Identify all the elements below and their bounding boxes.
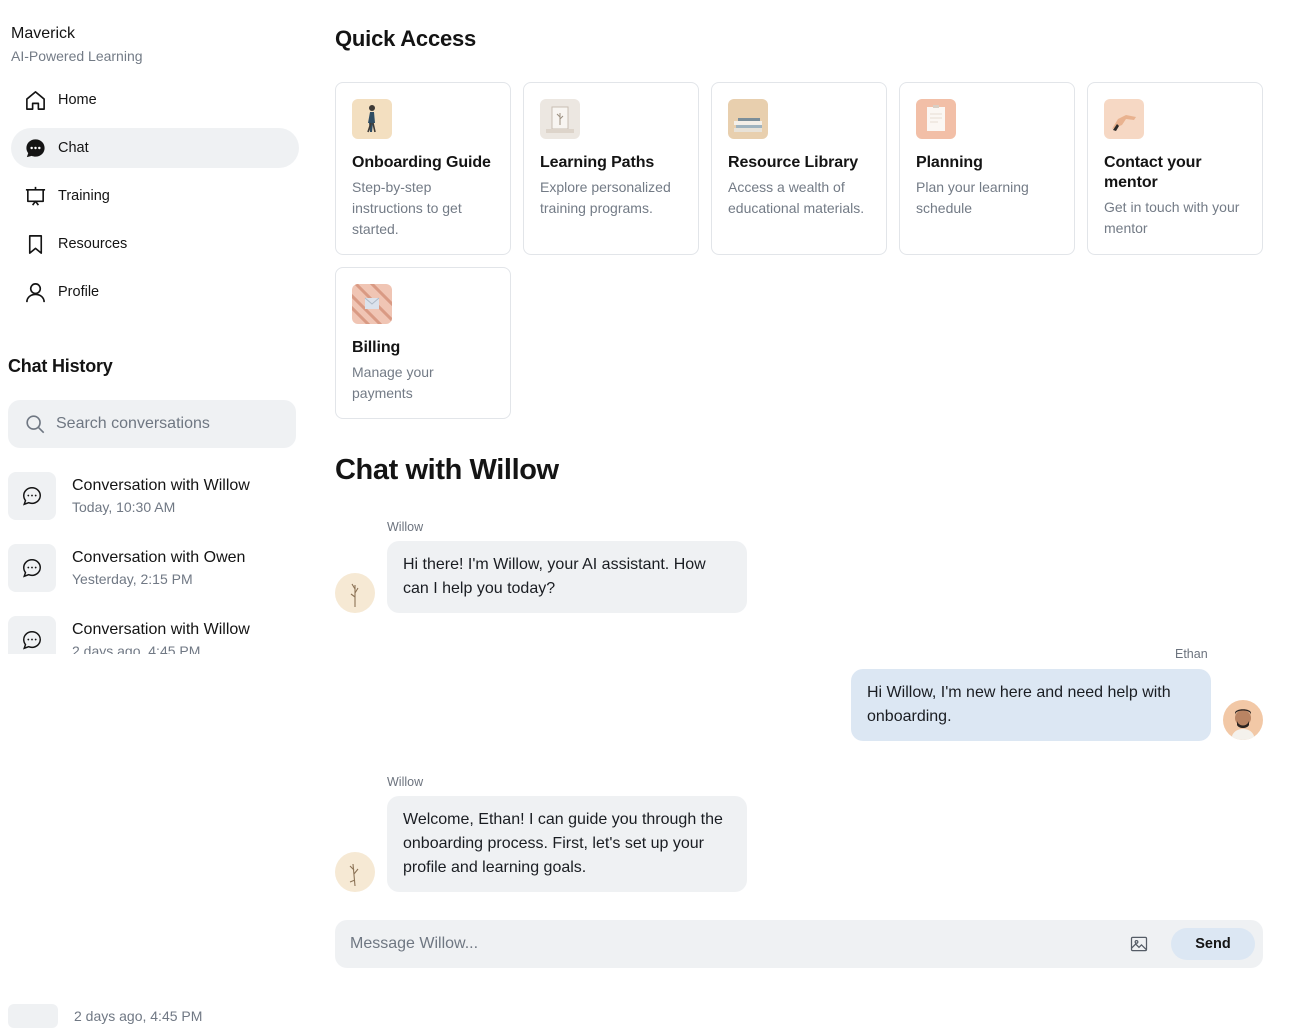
ethan-avatar: [1223, 700, 1263, 740]
card-planning[interactable]: Planning Plan your learning schedule: [899, 82, 1075, 255]
search-input[interactable]: Search conversations: [56, 415, 210, 433]
history-item-time: Today, 10:30 AM: [72, 499, 176, 515]
speech-bubble-icon: [23, 559, 41, 578]
history-item-name: Conversation with Willow: [72, 621, 250, 638]
brand-name: Maverick: [11, 25, 76, 42]
card-contact-mentor[interactable]: Contact your mentor Get in touch with yo…: [1087, 82, 1263, 255]
chat-history-list: Conversation with Willow Today, 10:30 AM…: [8, 472, 303, 654]
card-description: Get in touch with your mentor: [1104, 199, 1240, 236]
walking-person-thumbnail: [352, 99, 392, 139]
history-item-overflow: 2 days ago, 4:45 PM: [8, 1004, 308, 1028]
nav-label: Profile: [58, 284, 100, 300]
chat-history-title: Chat History: [8, 356, 113, 376]
history-item-time: Yesterday, 2:15 PM: [72, 571, 193, 587]
card-description: Manage your payments: [352, 364, 434, 401]
main-content: Quick Access Onboarding Guide Step-by-st…: [335, 0, 1265, 1028]
history-item[interactable]: Conversation with Willow 2 days ago, 4:4…: [8, 616, 303, 654]
dried-flower-icon: [349, 863, 359, 887]
card-billing[interactable]: Billing Manage your payments: [335, 267, 511, 419]
card-description: Explore personalized training programs.: [540, 179, 671, 216]
striped-envelope-thumbnail: [352, 284, 392, 324]
conversation-icon-box: [8, 472, 56, 520]
presentation-board-icon: [25, 186, 46, 206]
card-title: Onboarding Guide: [352, 154, 491, 171]
message-composer: Send: [335, 920, 1263, 968]
quick-access-title: Quick Access: [335, 26, 477, 51]
chat-title: Chat with Willow: [335, 454, 559, 486]
history-item-name: Conversation with Owen: [72, 549, 246, 566]
card-onboarding-guide[interactable]: Onboarding Guide Step-by-step instructio…: [335, 82, 511, 255]
history-item-time: 2 days ago, 4:45 PM: [74, 1008, 203, 1024]
man-portrait-icon: [1231, 709, 1255, 740]
speech-bubble-icon: [23, 487, 41, 506]
send-button[interactable]: Send: [1171, 928, 1255, 960]
speech-bubble-icon: [23, 631, 41, 650]
message-sender: Willow: [387, 775, 424, 789]
search-conversations[interactable]: Search conversations: [8, 400, 296, 448]
notepad-thumbnail: [916, 99, 956, 139]
history-item[interactable]: Conversation with Willow Today, 10:30 AM: [8, 472, 303, 544]
nav-item-chat[interactable]: Chat: [11, 128, 299, 168]
message-bubble: Welcome, Ethan! I can guide you through …: [387, 796, 747, 892]
card-description: Access a wealth of educational materials…: [728, 179, 865, 216]
sidebar: Maverick AI-Powered Learning Home Chat T…: [0, 0, 310, 1028]
nav-label: Resources: [58, 236, 128, 252]
history-item-time: 2 days ago, 4:45 PM: [72, 643, 201, 654]
card-description: Step-by-step instructions to get started…: [352, 179, 462, 237]
history-item-name: Conversation with Willow: [72, 477, 250, 494]
image-icon[interactable]: [1129, 934, 1149, 954]
nav-item-home[interactable]: Home: [11, 80, 299, 120]
nav-label: Chat: [58, 140, 89, 156]
willow-avatar: [335, 852, 375, 892]
message-bubble: Hi Willow, I'm new here and need help wi…: [851, 669, 1211, 741]
card-title: Planning: [916, 154, 983, 171]
message-sender: Ethan: [1175, 647, 1208, 661]
conversation-icon-box: [8, 544, 56, 592]
brand: Maverick AI-Powered Learning: [11, 24, 143, 65]
nav-item-training[interactable]: Training: [11, 176, 299, 216]
message-sender: Willow: [387, 520, 424, 534]
card-learning-paths[interactable]: Learning Paths Explore personalized trai…: [523, 82, 699, 255]
card-title: Contact your mentor: [1104, 154, 1202, 191]
message-input[interactable]: [335, 920, 1105, 968]
user-icon: [26, 282, 45, 302]
brand-subtitle: AI-Powered Learning: [11, 48, 143, 64]
card-title: Resource Library: [728, 154, 859, 171]
chat-bubble-icon: [26, 138, 45, 157]
card-resource-library[interactable]: Resource Library Access a wealth of educ…: [711, 82, 887, 255]
bookmark-icon: [28, 234, 43, 254]
card-title: Billing: [352, 339, 401, 356]
book-stack-thumbnail: [728, 99, 768, 139]
nav-item-resources[interactable]: Resources: [11, 224, 299, 264]
framed-plant-thumbnail: [540, 99, 580, 139]
nav-item-profile[interactable]: Profile: [11, 272, 299, 312]
history-item[interactable]: Conversation with Owen Yesterday, 2:15 P…: [8, 544, 303, 616]
message-bubble: Hi there! I'm Willow, your AI assistant.…: [387, 541, 747, 613]
willow-avatar: [335, 573, 375, 613]
nav-label: Training: [58, 188, 110, 204]
dried-flower-icon: [350, 583, 359, 607]
main-nav: Home Chat Training Resources Profile: [11, 80, 299, 320]
house-icon: [26, 90, 45, 110]
hand-gesture-thumbnail: [1104, 99, 1144, 139]
search-icon: [26, 415, 45, 434]
nav-label: Home: [58, 92, 97, 108]
conversation-icon-box: [8, 616, 56, 654]
conversation-icon-box: [8, 1004, 58, 1028]
card-description: Plan your learning schedule: [916, 179, 1029, 216]
card-title: Learning Paths: [540, 154, 655, 171]
